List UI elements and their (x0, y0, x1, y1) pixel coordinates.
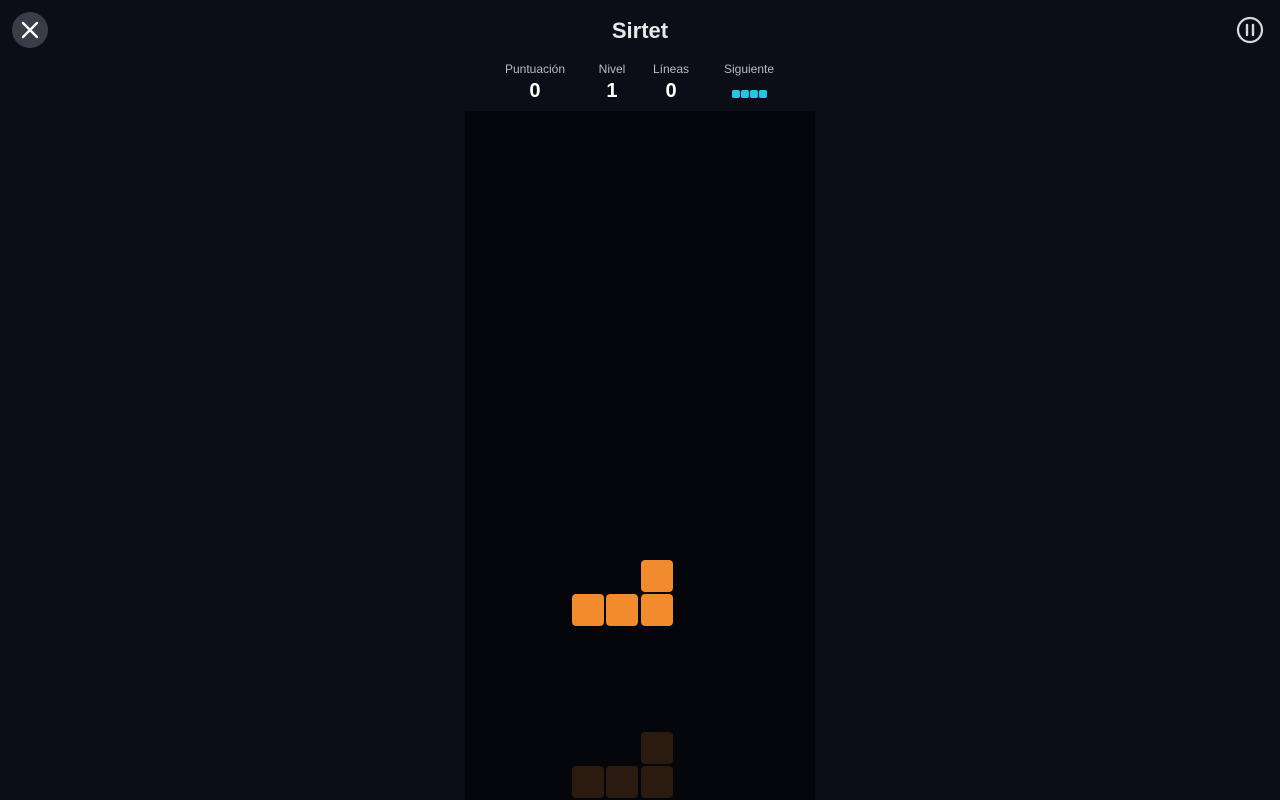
ghost-piece-cell (641, 766, 673, 798)
score-stat: Puntuación 0 (505, 61, 565, 106)
ghost-piece-cell (572, 766, 604, 798)
next-label: Siguiente (723, 62, 775, 76)
active-piece-cell (572, 594, 604, 626)
active-piece-cell (641, 594, 673, 626)
next-piece-cell (749, 90, 758, 98)
ghost-piece-cell (606, 766, 638, 798)
lines-label: Líneas (652, 62, 690, 76)
lines-stat: Líneas 0 (653, 61, 689, 106)
next-stat: Siguiente (724, 61, 774, 98)
level-value: 1 (606, 80, 618, 102)
lines-value: 0 (665, 80, 677, 102)
next-piece-cell (758, 90, 767, 98)
next-piece-cell (740, 90, 749, 98)
next-piece-cell (731, 90, 740, 98)
pause-button[interactable] (1236, 16, 1264, 44)
ghost-piece-cell (641, 732, 673, 764)
game-board[interactable] (465, 111, 815, 800)
next-piece-preview (724, 90, 774, 98)
game-screen: Sirtet Puntuación 0 Nivel 1 Líneas 0 Sig… (0, 0, 1280, 800)
score-label: Puntuación (504, 62, 566, 76)
pause-icon (1236, 16, 1264, 44)
level-stat: Nivel 1 (599, 61, 626, 106)
score-value: 0 (529, 80, 541, 102)
active-piece-cell (641, 560, 673, 592)
game-title: Sirtet (611, 18, 669, 43)
stats-bar: Puntuación 0 Nivel 1 Líneas 0 Siguiente (0, 61, 1280, 111)
active-piece-cell (606, 594, 638, 626)
level-label: Nivel (598, 62, 626, 76)
